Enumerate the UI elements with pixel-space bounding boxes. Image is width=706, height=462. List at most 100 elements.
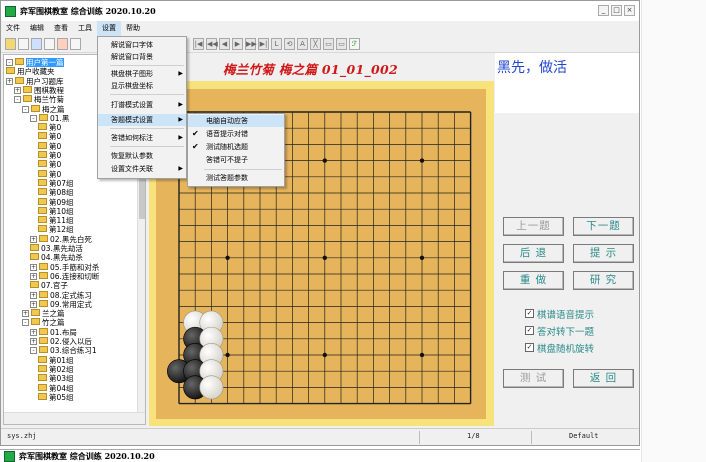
submenu-random-questions[interactable]: ✔ 测试随机选题 <box>188 141 284 153</box>
expand-icon[interactable]: + <box>22 310 29 318</box>
move-status: 黑先，做活 <box>497 60 567 76</box>
menu-wrong-answer-marking[interactable]: 答错如何标注 ▶ <box>98 132 186 144</box>
search-icon[interactable] <box>31 38 42 50</box>
collapse-icon[interactable]: - <box>30 347 37 355</box>
open-folder-icon[interactable] <box>5 38 16 50</box>
menu-help[interactable]: 帮助 <box>121 21 145 36</box>
folder-icon <box>38 206 47 214</box>
print-icon[interactable] <box>70 38 81 50</box>
comment-icon[interactable]: ℱ <box>349 38 360 50</box>
maximize-button[interactable]: □ <box>611 5 622 16</box>
folder-icon <box>30 253 39 261</box>
folder-icon <box>38 141 47 149</box>
collapse-icon[interactable]: - <box>30 114 37 122</box>
folder-icon <box>39 262 48 270</box>
copy-icon[interactable]: ▭ <box>336 38 347 50</box>
prev-problem-button[interactable]: 上一题 <box>503 217 564 236</box>
back-button[interactable]: 后 退 <box>503 244 564 263</box>
menu-separator <box>110 146 184 147</box>
menu-commentary-background[interactable]: 解说窗口背景 <box>98 51 186 63</box>
star-point <box>225 255 230 260</box>
submenu-auto-reply[interactable]: 电脑自动应答 <box>188 115 284 127</box>
menu-view[interactable]: 查看 <box>49 21 73 36</box>
submenu-arrow-icon: ▶ <box>178 116 183 123</box>
menu-item-label: 解说窗口背景 <box>111 53 153 61</box>
submenu-voice-feedback[interactable]: ✔ 语音提示对错 <box>188 128 284 140</box>
back-icon[interactable]: ◀ <box>219 38 230 50</box>
return-button[interactable]: 返 回 <box>573 369 634 388</box>
menu-tools[interactable]: 工具 <box>73 21 97 36</box>
collapse-icon[interactable]: - <box>14 96 21 104</box>
folder-icon <box>38 132 47 140</box>
menu-replay-mode[interactable]: 打谱模式设置 ▶ <box>98 99 186 111</box>
close-button[interactable]: × <box>624 5 635 16</box>
menu-file-association[interactable]: 设置文件关联 ▶ <box>98 163 186 175</box>
menu-separator <box>110 128 184 129</box>
expand-icon[interactable]: + <box>30 328 37 336</box>
star-point <box>322 255 327 260</box>
folder-icon <box>39 337 48 344</box>
first-move-icon[interactable]: |◀ <box>193 38 204 50</box>
random-rotate-checkbox[interactable]: ✓ <box>525 343 534 352</box>
submenu-item-label: 测试答题参数 <box>206 174 248 182</box>
second-window-titlebar[interactable]: 弈军围棋教室 综合训练 2020.10.20 <box>0 449 640 462</box>
menu-separator <box>110 65 184 66</box>
redo-button[interactable]: 重 做 <box>503 271 564 290</box>
option-voice-hint[interactable]: ✓ 棋谱语音提示 <box>525 307 594 321</box>
menu-file[interactable]: 文件 <box>1 21 25 36</box>
folder-icon <box>31 318 40 326</box>
forward-icon[interactable]: ▶ <box>232 38 243 50</box>
expand-icon[interactable]: + <box>6 77 13 85</box>
tree-horizontal-scrollbar[interactable] <box>4 412 145 424</box>
test-button[interactable]: 测 试 <box>503 369 564 388</box>
tree-item[interactable]: 第05组 <box>38 392 74 403</box>
expand-icon[interactable]: + <box>30 300 37 308</box>
option-auto-next[interactable]: ✓ 答对转下一题 <box>525 324 595 338</box>
minimize-button[interactable]: _ <box>598 5 609 16</box>
menu-commentary-font[interactable]: 解说窗口字体 <box>98 39 186 51</box>
expand-icon[interactable]: + <box>30 338 37 345</box>
expand-icon[interactable]: + <box>30 263 37 271</box>
branch-icon[interactable]: L <box>271 38 282 50</box>
checkmark-icon: ✔ <box>192 142 199 151</box>
fast-back-icon[interactable]: ◀◀ <box>206 38 218 50</box>
submenu-no-capture-on-wrong[interactable]: 答错可不提子 <box>188 154 284 166</box>
mark-icon[interactable]: ╳ <box>310 38 321 50</box>
star-point <box>322 158 327 163</box>
hint-button[interactable]: 提 示 <box>573 244 634 263</box>
undo-icon[interactable]: ⟲ <box>284 38 295 50</box>
collapse-icon[interactable]: - <box>22 319 29 327</box>
collapse-icon[interactable]: - <box>6 59 13 66</box>
auto-next-label: 答对转下一题 <box>537 326 595 338</box>
submenu-test-params[interactable]: 测试答题参数 <box>188 172 284 184</box>
save-icon[interactable] <box>18 38 29 50</box>
menu-item-label: 显示棋盘坐标 <box>111 82 153 90</box>
expand-icon[interactable]: + <box>30 235 37 243</box>
voice-hint-checkbox[interactable]: ✓ <box>525 309 534 318</box>
menu-answer-mode[interactable]: 答题模式设置 ▶ <box>98 114 186 126</box>
next-problem-button[interactable]: 下一题 <box>573 217 634 236</box>
folder-icon <box>39 346 48 354</box>
settings-icon[interactable] <box>44 38 55 50</box>
stop-icon[interactable] <box>57 38 68 50</box>
fast-forward-icon[interactable]: ▶▶ <box>245 38 257 50</box>
folder-icon <box>38 364 47 372</box>
menu-separator <box>110 94 184 95</box>
option-random-rotate[interactable]: ✓ 棋盘随机旋转 <box>525 341 594 355</box>
menu-restore-defaults[interactable]: 恢复默认参数 <box>98 150 186 162</box>
menu-show-coordinates[interactable]: 显示棋盘坐标 <box>98 80 186 92</box>
collapse-icon[interactable]: - <box>22 105 29 113</box>
last-move-icon[interactable]: ▶| <box>258 38 269 50</box>
study-button[interactable]: 研 究 <box>573 271 634 290</box>
folder-icon <box>39 271 48 279</box>
star-point <box>322 352 327 358</box>
auto-next-checkbox[interactable]: ✓ <box>525 326 534 335</box>
expand-icon[interactable]: + <box>30 291 37 299</box>
menu-edit[interactable]: 编辑 <box>25 21 49 36</box>
expand-icon[interactable]: + <box>30 272 37 280</box>
menu-board-stone-graphics[interactable]: 棋盘棋子图形 ▶ <box>98 68 186 80</box>
expand-icon[interactable]: + <box>14 86 21 94</box>
image-icon[interactable]: ▭ <box>323 38 334 50</box>
menu-settings[interactable]: 设置 <box>97 21 121 36</box>
move-number-icon[interactable]: A <box>297 38 308 50</box>
